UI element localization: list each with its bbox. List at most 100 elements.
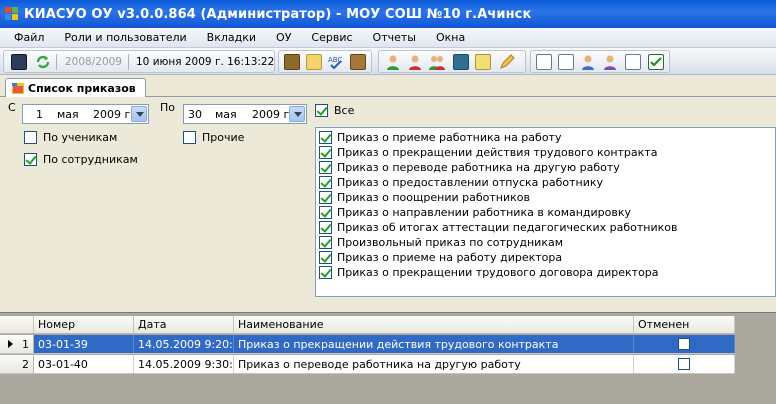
menu-roles-users[interactable]: Роли и пользователи bbox=[54, 31, 196, 44]
row-header[interactable]: 1 bbox=[0, 335, 34, 353]
list-item-checkbox[interactable] bbox=[319, 161, 332, 174]
notes-icon[interactable] bbox=[306, 54, 322, 70]
list-item[interactable]: Приказ о поощрении работников bbox=[319, 190, 530, 205]
from-date-picker[interactable]: 1 мая 2009 г. bbox=[22, 104, 149, 124]
row-header[interactable]: 2 bbox=[0, 355, 34, 373]
cell-name[interactable]: Приказ о переводе работника на другую ра… bbox=[234, 355, 634, 373]
orders-grid[interactable]: Номер Дата Наименование Отменен 1 03-01-… bbox=[0, 312, 776, 404]
list-item-label: Приказ о поощрении работников bbox=[337, 191, 530, 204]
cell-number[interactable]: 03-01-40 bbox=[34, 355, 134, 373]
list-item-checkbox[interactable] bbox=[319, 176, 332, 189]
cell-number[interactable]: 03-01-39 bbox=[34, 335, 134, 353]
doc-people-icon[interactable] bbox=[536, 54, 552, 70]
list-item-label: Приказ об итогах аттестации педагогическ… bbox=[337, 221, 678, 234]
menu-reports[interactable]: Отчеты bbox=[363, 31, 426, 44]
users-icon[interactable] bbox=[580, 54, 596, 70]
cell-name[interactable]: Приказ о прекращении действия трудового … bbox=[234, 335, 634, 353]
to-date-picker[interactable]: 30 мая 2009 г. bbox=[183, 104, 307, 124]
spellcheck-icon[interactable]: ABC bbox=[328, 54, 344, 70]
table-row[interactable]: 2 03-01-40 14.05.2009 9:30:... Приказ о … bbox=[0, 355, 735, 374]
toolbar-group-people bbox=[378, 50, 526, 73]
cell-date[interactable]: 14.05.2009 9:20:... bbox=[134, 335, 234, 353]
pencil-icon[interactable] bbox=[499, 54, 515, 70]
list-item[interactable]: Приказ о прекращении трудового договора … bbox=[319, 265, 659, 280]
list-item-label: Приказ о направлении работника в команди… bbox=[337, 206, 632, 219]
list-item[interactable]: Приказ о приеме работника на работу bbox=[319, 130, 561, 145]
doc-user-icon[interactable] bbox=[558, 54, 574, 70]
calculator-icon[interactable] bbox=[453, 54, 469, 70]
all-label: Все bbox=[334, 104, 355, 117]
person-green-icon[interactable] bbox=[385, 54, 401, 70]
by-staff-checkbox[interactable] bbox=[24, 153, 37, 166]
column-header-name[interactable]: Наименование bbox=[234, 316, 634, 333]
list-item-checkbox[interactable] bbox=[319, 146, 332, 159]
cancelled-checkbox[interactable] bbox=[678, 338, 690, 350]
list-item-checkbox[interactable] bbox=[319, 221, 332, 234]
row-header-corner bbox=[0, 316, 34, 333]
book-icon[interactable] bbox=[284, 54, 300, 70]
to-year: 2009 г. bbox=[252, 108, 293, 121]
cancelled-checkbox[interactable] bbox=[678, 358, 690, 370]
list-item-checkbox[interactable] bbox=[319, 206, 332, 219]
by-staff-label: По сотрудникам bbox=[43, 153, 138, 166]
cell-date[interactable]: 14.05.2009 9:30:... bbox=[134, 355, 234, 373]
list-item[interactable]: Приказ об итогах аттестации педагогическ… bbox=[319, 220, 677, 235]
people-icon[interactable] bbox=[429, 54, 445, 70]
cell-cancelled[interactable] bbox=[634, 335, 735, 353]
refresh-icon[interactable] bbox=[35, 54, 51, 70]
menu-school[interactable]: ОУ bbox=[266, 31, 301, 44]
app-icon bbox=[5, 7, 19, 21]
table-row[interactable]: 1 03-01-39 14.05.2009 9:20:... Приказ о … bbox=[0, 335, 735, 354]
tab-orders-list[interactable]: Список приказов bbox=[5, 78, 146, 98]
other-label: Прочие bbox=[202, 131, 245, 144]
list-item-label: Приказ о предоставлении отпуска работник… bbox=[337, 176, 604, 189]
order-types-list[interactable]: Приказ о приеме работника на работу Прик… bbox=[315, 127, 776, 297]
column-header-date[interactable]: Дата bbox=[134, 316, 234, 333]
row-number: 2 bbox=[22, 358, 29, 371]
from-date-dropdown-icon[interactable] bbox=[131, 106, 147, 122]
to-day: 30 bbox=[188, 108, 202, 121]
list-item[interactable]: Приказ о прекращении действия трудового … bbox=[319, 145, 657, 160]
other-checkbox[interactable] bbox=[183, 131, 196, 144]
list-item[interactable]: Приказ о направлении работника в команди… bbox=[319, 205, 631, 220]
row-number: 1 bbox=[22, 338, 29, 351]
list-item[interactable]: Приказ о приеме на работу директора bbox=[319, 250, 562, 265]
toolbar-group-docs: ABC bbox=[278, 50, 372, 73]
menu-bar: Файл Роли и пользователи Вкладки ОУ Серв… bbox=[0, 28, 776, 48]
all-checkbox[interactable] bbox=[315, 104, 328, 117]
list-item-checkbox[interactable] bbox=[319, 191, 332, 204]
notepad-icon[interactable] bbox=[475, 54, 491, 70]
by-students-label: По ученикам bbox=[43, 131, 118, 144]
menu-tabs[interactable]: Вкладки bbox=[197, 31, 266, 44]
menu-file[interactable]: Файл bbox=[0, 31, 54, 44]
to-month: мая bbox=[215, 108, 237, 121]
tab-strip: Список приказов bbox=[0, 75, 776, 98]
by-students-checkbox[interactable] bbox=[24, 131, 37, 144]
person-card-icon[interactable] bbox=[602, 54, 618, 70]
list-item-checkbox[interactable] bbox=[319, 131, 332, 144]
menu-service[interactable]: Сервис bbox=[301, 31, 362, 44]
window-title: КИАСУО ОУ v3.0.0.864 (Администратор) - М… bbox=[24, 6, 532, 22]
list-item-checkbox[interactable] bbox=[319, 266, 332, 279]
filter-panel: С 1 мая 2009 г. По 30 мая 2009 г. Все По… bbox=[0, 97, 776, 312]
list-item[interactable]: Приказ о переводе работника на другую ра… bbox=[319, 160, 620, 175]
to-date-dropdown-icon[interactable] bbox=[289, 106, 305, 122]
list-item[interactable]: Произвольный приказ по сотрудникам bbox=[319, 235, 563, 250]
checkmark-doc-icon[interactable] bbox=[648, 54, 664, 70]
column-header-cancelled[interactable]: Отменен bbox=[634, 316, 735, 333]
from-label: С bbox=[8, 101, 16, 114]
menu-windows[interactable]: Окна bbox=[426, 31, 475, 44]
list-item[interactable]: Приказ о предоставлении отпуска работник… bbox=[319, 175, 603, 190]
list-item-label: Приказ о приеме на работу директора bbox=[337, 251, 563, 264]
list-item-label: Приказ о переводе работника на другую ра… bbox=[337, 161, 620, 174]
column-header-number[interactable]: Номер bbox=[34, 316, 134, 333]
cell-cancelled[interactable] bbox=[634, 355, 735, 373]
checklist-icon[interactable] bbox=[625, 54, 641, 70]
person-red-icon[interactable] bbox=[407, 54, 423, 70]
list-item-label: Произвольный приказ по сотрудникам bbox=[337, 236, 564, 249]
from-year: 2009 г. bbox=[93, 108, 134, 121]
list-item-checkbox[interactable] bbox=[319, 251, 332, 264]
scroll-icon[interactable] bbox=[350, 54, 366, 70]
save-icon[interactable] bbox=[11, 54, 27, 70]
list-item-checkbox[interactable] bbox=[319, 236, 332, 249]
